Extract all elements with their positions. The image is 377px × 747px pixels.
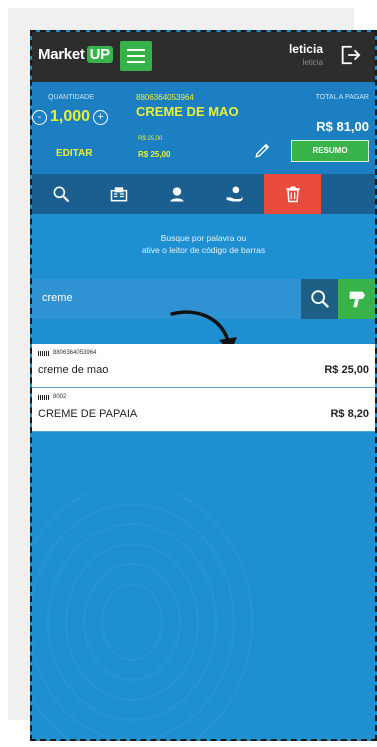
quantity-stepper: - 1,000 + [32, 108, 109, 126]
barcode-icon [38, 350, 49, 356]
catalog-icon [110, 187, 128, 202]
total-label: TOTAL A PAGAR [315, 94, 369, 101]
payment-tab[interactable] [206, 174, 264, 214]
action-bar [32, 174, 375, 214]
item-name: CREME DE PAPAIA [38, 408, 138, 420]
quantity-label: QUANTIDADE [48, 94, 94, 101]
item-name: creme de mao [38, 364, 109, 376]
app-screen: Market UP leticia leticia QUANTIDADE - 1,… [30, 30, 377, 741]
item-code: 8002 [53, 394, 67, 400]
magnifier-icon [310, 290, 329, 309]
user-subtitle: leticia [302, 58, 323, 67]
edit-button[interactable]: EDITAR [56, 148, 92, 159]
sale-summary: QUANTIDADE - 1,000 + EDITAR 880636405396… [32, 82, 375, 174]
app-logo: Market UP [38, 46, 113, 63]
logout-icon[interactable] [339, 44, 361, 66]
search-hint: Busque por palavra ou ative o leitor de … [141, 233, 266, 255]
edit-pencil-icon[interactable] [254, 141, 272, 159]
barcode-icon [38, 394, 49, 400]
customer-tab[interactable] [148, 174, 206, 214]
product-barcode: 8806364053964 [136, 93, 194, 102]
money-hand-icon [226, 186, 243, 202]
item-price: R$ 25,00 [324, 364, 369, 376]
top-bar: Market UP leticia leticia [32, 32, 375, 82]
list-item[interactable]: 8002 CREME DE PAPAIA R$ 8,20 [32, 388, 375, 432]
barcode-scanner-icon [349, 291, 365, 308]
user-name: leticia [288, 42, 323, 56]
original-price: R$ 25,00 [138, 136, 163, 142]
delete-tab[interactable] [264, 174, 321, 214]
user-icon [170, 187, 184, 202]
search-button[interactable] [301, 279, 338, 319]
quantity-value: 1,000 [50, 108, 91, 125]
unit-price: R$ 25,00 [138, 150, 171, 159]
search-icon [53, 186, 70, 203]
results-list: 8806364053964 creme de mao R$ 25,00 8002… [32, 344, 375, 432]
increase-quantity-button[interactable]: + [93, 109, 109, 125]
trash-icon [285, 186, 300, 203]
hamburger-menu-button[interactable] [120, 41, 152, 71]
search-input[interactable]: creme [42, 292, 73, 304]
list-item[interactable]: 8806364053964 creme de mao R$ 25,00 [32, 344, 375, 388]
total-value: R$ 81,00 [316, 119, 369, 134]
fingerprint-background [32, 492, 253, 739]
item-price: R$ 8,20 [330, 408, 369, 420]
decrease-quantity-button[interactable]: - [32, 109, 47, 125]
item-code: 8806364053964 [53, 350, 97, 356]
product-name: CREME DE MAO [136, 104, 239, 119]
catalog-tab[interactable] [90, 174, 148, 214]
barcode-scanner-button[interactable] [338, 279, 375, 319]
search-tab[interactable] [32, 174, 90, 214]
summary-button[interactable]: RESUMO [291, 140, 369, 162]
